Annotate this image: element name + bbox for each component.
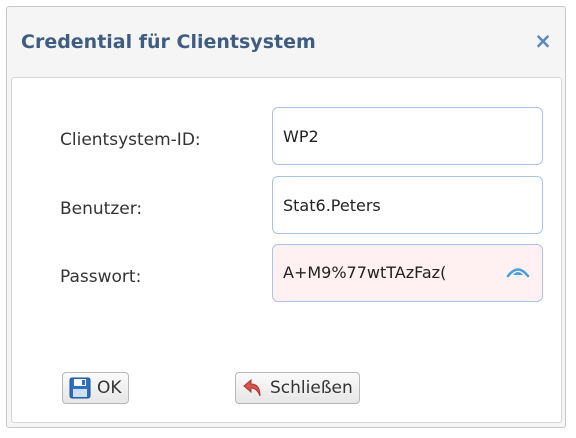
clientsystem-id-label: Clientsystem-ID: (60, 130, 201, 150)
dialog-title: Credential für Clientsystem (21, 31, 316, 53)
passwort-field[interactable]: A+M9%77wtTAzFaz( (272, 244, 543, 302)
passwort-label: Passwort: (60, 267, 142, 287)
eye-reveal-icon[interactable] (506, 262, 530, 280)
clientsystem-id-field[interactable] (272, 107, 543, 165)
ok-button-label: OK (97, 378, 122, 398)
credential-dialog: Credential für Clientsystem × Clientsyst… (6, 6, 566, 428)
dialog-content: Clientsystem-ID: Benutzer: Passwort: A+M… (11, 77, 562, 423)
schliessen-button[interactable]: Schließen (235, 372, 360, 404)
benutzer-label: Benutzer: (60, 199, 143, 219)
schliessen-button-label: Schließen (270, 378, 353, 398)
close-icon[interactable]: × (533, 31, 553, 52)
benutzer-field[interactable] (272, 176, 543, 234)
ok-button[interactable]: OK (62, 372, 129, 404)
passwort-value: A+M9%77wtTAzFaz( (283, 263, 447, 282)
dialog-titlebar: Credential für Clientsystem × (7, 7, 565, 77)
floppy-disk-icon (69, 377, 91, 399)
undo-arrow-icon (243, 378, 261, 397)
